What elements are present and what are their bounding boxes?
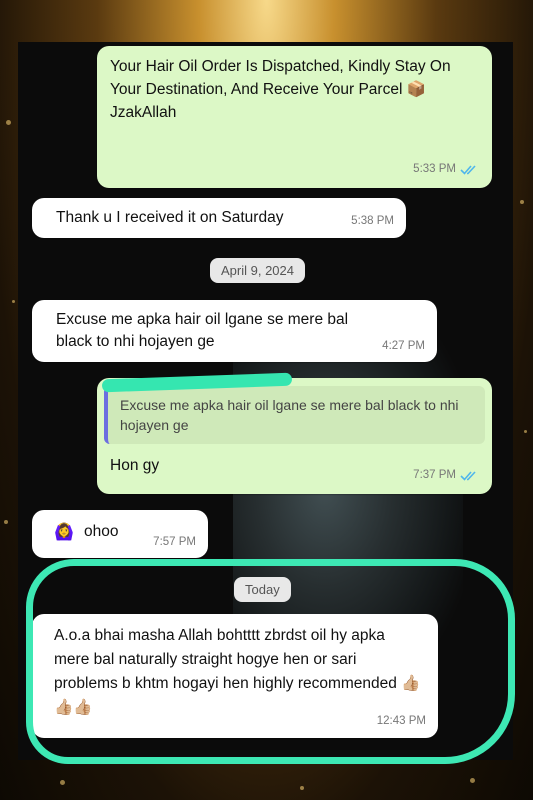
message-time: 4:27 PM — [382, 340, 425, 352]
message-text: Your Hair Oil Order Is Dispatched, Kindl… — [110, 58, 451, 121]
message-meta: 5:33 PM — [413, 158, 480, 180]
message-text: Hon gy — [110, 457, 160, 474]
outgoing-message-dispatched[interactable]: Your Hair Oil Order Is Dispatched, Kindl… — [97, 46, 492, 188]
message-meta: 5:38 PM — [351, 210, 394, 232]
incoming-message-question[interactable]: Excuse me apka hair oil lgane se mere ba… — [32, 300, 437, 362]
message-text: ohoo — [84, 523, 119, 540]
message-meta: 7:37 PM — [413, 464, 480, 486]
message-time: 7:37 PM — [413, 469, 456, 481]
double-check-read-icon — [460, 470, 476, 481]
incoming-message-ohoo[interactable]: 🙆‍♀️ ohoo 7:57 PM — [32, 510, 208, 558]
incoming-message-received[interactable]: Thank u I received it on Saturday 5:38 P… — [32, 198, 406, 238]
marker-circle — [26, 559, 515, 764]
woman-gesturing-emoji: 🙆‍♀️ — [54, 524, 74, 541]
double-check-read-icon — [460, 164, 476, 175]
message-text: Excuse me apka hair oil lgane se mere ba… — [56, 311, 349, 350]
date-separator: April 9, 2024 — [210, 258, 305, 283]
message-text: Thank u I received it on Saturday — [56, 209, 284, 226]
quoted-text: Excuse me apka hair oil lgane se mere ba… — [120, 397, 459, 433]
message-time: 7:57 PM — [153, 536, 196, 548]
outgoing-reply-message[interactable]: Excuse me apka hair oil lgane se mere ba… — [97, 378, 492, 494]
message-meta: 7:57 PM — [153, 531, 196, 553]
message-time: 5:33 PM — [413, 163, 456, 175]
quoted-message[interactable]: Excuse me apka hair oil lgane se mere ba… — [104, 386, 485, 444]
message-meta: 4:27 PM — [382, 335, 425, 357]
message-time: 5:38 PM — [351, 215, 394, 227]
